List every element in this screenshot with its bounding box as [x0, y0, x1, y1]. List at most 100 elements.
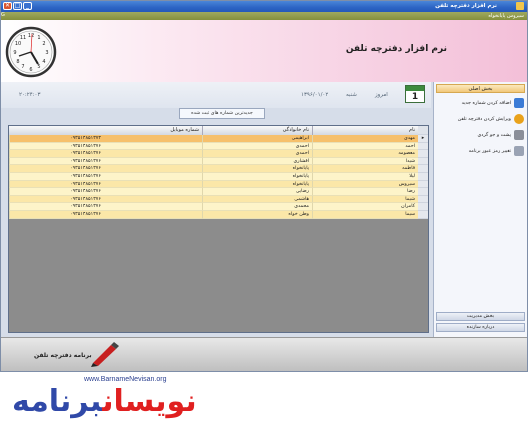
backup-label: پشت و جو گردی — [477, 132, 511, 138]
cell-mobile[interactable]: ۰۹۳۵۱۴۸۵۱۳۷۶ — [9, 203, 202, 211]
cell-mobile[interactable]: ۰۹۳۵۱۴۸۵۱۳۷۶ — [9, 157, 202, 166]
today-label: امروز — [375, 92, 388, 98]
cell-firstname[interactable]: سیما — [312, 211, 418, 219]
table-row[interactable]: ۰۹۳۵۱۴۸۵۱۳۷۳ ابراهیمی مهدی ▸ — [9, 135, 428, 143]
row-selector[interactable] — [418, 165, 428, 173]
cell-firstname[interactable]: فاطمه — [312, 165, 418, 173]
window-title: نرم افزار دفترچه تلفن — [435, 3, 497, 9]
table-row[interactable]: ۰۹۳۵۱۴۸۵۱۳۷۶ پایانخواه سیروس — [9, 180, 428, 189]
calendar-day: 1 — [411, 92, 419, 102]
cell-lastname[interactable]: احمدی — [202, 142, 312, 151]
row-selector[interactable] — [418, 203, 428, 211]
cell-firstname[interactable]: معصومه — [312, 150, 418, 158]
cell-firstname[interactable]: رضا — [312, 188, 418, 196]
footer-brand: برنامه دفترچه تلفن — [34, 352, 92, 359]
svg-text:1: 1 — [37, 35, 40, 41]
table-row[interactable]: ۰۹۳۵۱۴۸۵۱۳۷۶ احمدی معصومه — [9, 150, 428, 158]
cell-lastname[interactable]: هاشمی — [202, 195, 312, 204]
latest-numbers-notice: جدیدترین شماره های ثبت شده — [179, 108, 265, 119]
table-row[interactable]: ۰۹۳۵۱۴۸۵۱۳۷۶ پایانخواه فاطمه — [9, 165, 428, 173]
cell-lastname[interactable]: ابراهیمی — [202, 135, 312, 143]
cell-firstname[interactable]: شیدا — [312, 157, 418, 166]
edit-book-button[interactable]: ویرایش کردن دفترچه تلفن — [438, 112, 524, 126]
svg-text:9: 9 — [13, 50, 16, 56]
menu-bar: G سیروس پایانخواه — [1, 12, 527, 20]
minimize-button[interactable]: _ — [23, 2, 32, 10]
maximize-button[interactable]: □ — [13, 2, 22, 10]
add-contact-label: اضافه کردن شماره جدید — [461, 100, 511, 106]
cell-lastname[interactable]: احمدی — [202, 150, 312, 158]
cell-mobile[interactable]: ۰۹۳۵۱۴۸۵۱۳۷۶ — [9, 142, 202, 151]
cell-mobile[interactable]: ۰۹۳۵۱۴۸۵۱۳۷۶ — [9, 165, 202, 173]
column-header-firstname[interactable]: نام — [312, 126, 418, 135]
svg-text:8: 8 — [16, 59, 19, 65]
table-row[interactable]: ۰۹۳۵۱۴۸۵۱۳۷۶ هاشمی شیما — [9, 195, 428, 204]
row-selector[interactable] — [418, 157, 428, 166]
table-row[interactable]: ۰۹۳۵۱۴۸۵۱۳۷۶ احمدی احمد — [9, 142, 428, 151]
cell-mobile[interactable]: ۰۹۳۵۱۴۸۵۱۳۷۶ — [9, 188, 202, 196]
cell-mobile[interactable]: ۰۹۳۵۱۴۸۵۱۳۷۶ — [9, 211, 202, 219]
row-selector[interactable] — [418, 150, 428, 158]
side-panel-header[interactable]: بخش اصلی — [436, 84, 525, 93]
cell-firstname[interactable]: کامران — [312, 203, 418, 211]
add-contact-icon — [514, 98, 524, 108]
key-icon — [514, 146, 524, 156]
close-button[interactable]: ✕ — [3, 2, 12, 10]
footer-bar: برنامه دفترچه تلفن — [1, 337, 527, 371]
cell-mobile[interactable]: ۰۹۳۵۱۴۸۵۱۳۷۶ — [9, 180, 202, 189]
column-header-lastname[interactable]: نام خانوادگی — [202, 126, 312, 135]
cell-lastname[interactable]: پایانخواه — [202, 173, 312, 181]
row-selector[interactable] — [418, 195, 428, 204]
cell-firstname[interactable]: شیما — [312, 195, 418, 204]
app-title: نرم افزار دفترچه تلفن — [345, 44, 447, 54]
pen-icon — [91, 342, 119, 367]
svg-text:4: 4 — [42, 59, 45, 65]
watermark-text-red: نویسان — [102, 384, 197, 419]
cell-firstname[interactable]: احمد — [312, 142, 418, 151]
app-window: ✕ □ _ نرم افزار دفترچه تلفن G سیروس پایا… — [0, 0, 528, 372]
cell-mobile[interactable]: ۰۹۳۵۱۴۸۵۱۳۷۳ — [9, 135, 202, 143]
weekday-label: شنبه — [346, 92, 357, 98]
grid-corner — [418, 126, 428, 135]
admin-section-button[interactable]: بخش مدیریت — [436, 312, 525, 321]
cell-firstname[interactable]: مهدی — [312, 135, 418, 143]
change-password-label: تغییر رمز عبور برنامه — [468, 148, 511, 154]
column-header-mobile[interactable]: شماره موبایل — [9, 126, 202, 135]
cell-firstname[interactable]: لیلا — [312, 173, 418, 181]
cell-lastname[interactable]: پایانخواه — [202, 165, 312, 173]
app-icon — [516, 2, 524, 10]
add-contact-button[interactable]: اضافه کردن شماره جدید — [438, 96, 524, 110]
cell-mobile[interactable]: ۰۹۳۵۱۴۸۵۱۳۷۶ — [9, 173, 202, 181]
svg-text:5: 5 — [37, 64, 40, 70]
clock-icon: 12369 1245 781011 — [5, 26, 57, 78]
table-row[interactable]: ۰۹۳۵۱۴۸۵۱۳۷۶ پایانخواه لیلا — [9, 173, 428, 181]
cell-lastname[interactable]: رضایی — [202, 188, 312, 196]
row-selector[interactable] — [418, 142, 428, 151]
row-selector[interactable] — [418, 211, 428, 219]
row-selector[interactable]: ▸ — [418, 135, 428, 143]
cell-lastname[interactable]: وطن خواه — [202, 211, 312, 219]
cell-lastname[interactable]: محمدی — [202, 203, 312, 211]
time-label: ۲۰:۲۴:۰۳ — [19, 92, 41, 98]
row-selector[interactable] — [418, 180, 428, 189]
cell-lastname[interactable]: پایانخواه — [202, 180, 312, 189]
version-label: G — [1, 12, 5, 18]
table-row[interactable]: ۰۹۳۵۱۴۸۵۱۳۷۶ رضایی رضا — [9, 188, 428, 196]
contacts-grid[interactable]: شماره موبایل نام خانوادگی نام ۰۹۳۵۱۴۸۵۱۳… — [8, 125, 429, 333]
row-selector[interactable] — [418, 173, 428, 181]
table-row[interactable]: ۰۹۳۵۱۴۸۵۱۳۷۶ وطن خواه سیما — [9, 211, 428, 219]
table-row[interactable]: ۰۹۳۵۱۴۸۵۱۳۷۶ افشاری شیدا — [9, 157, 428, 166]
cell-mobile[interactable]: ۰۹۳۵۱۴۸۵۱۳۷۶ — [9, 150, 202, 158]
cell-firstname[interactable]: سیروس — [312, 180, 418, 189]
date-label: ۱۳۹۶/۰۱/۰۲ — [301, 92, 329, 98]
user-label: سیروس پایانخواه — [488, 13, 524, 19]
change-password-button[interactable]: تغییر رمز عبور برنامه — [438, 144, 524, 158]
row-selector[interactable] — [418, 188, 428, 196]
table-row[interactable]: ۰۹۳۵۱۴۸۵۱۳۷۶ محمدی کامران — [9, 203, 428, 211]
cell-lastname[interactable]: افشاری — [202, 157, 312, 166]
cell-mobile[interactable]: ۰۹۳۵۱۴۸۵۱۳۷۶ — [9, 195, 202, 204]
title-bar: ✕ □ _ نرم افزار دفترچه تلفن — [1, 1, 527, 12]
backup-button[interactable]: پشت و جو گردی — [438, 128, 524, 142]
svg-text:12: 12 — [28, 33, 34, 39]
about-button[interactable]: درباره سازنده — [436, 323, 525, 332]
